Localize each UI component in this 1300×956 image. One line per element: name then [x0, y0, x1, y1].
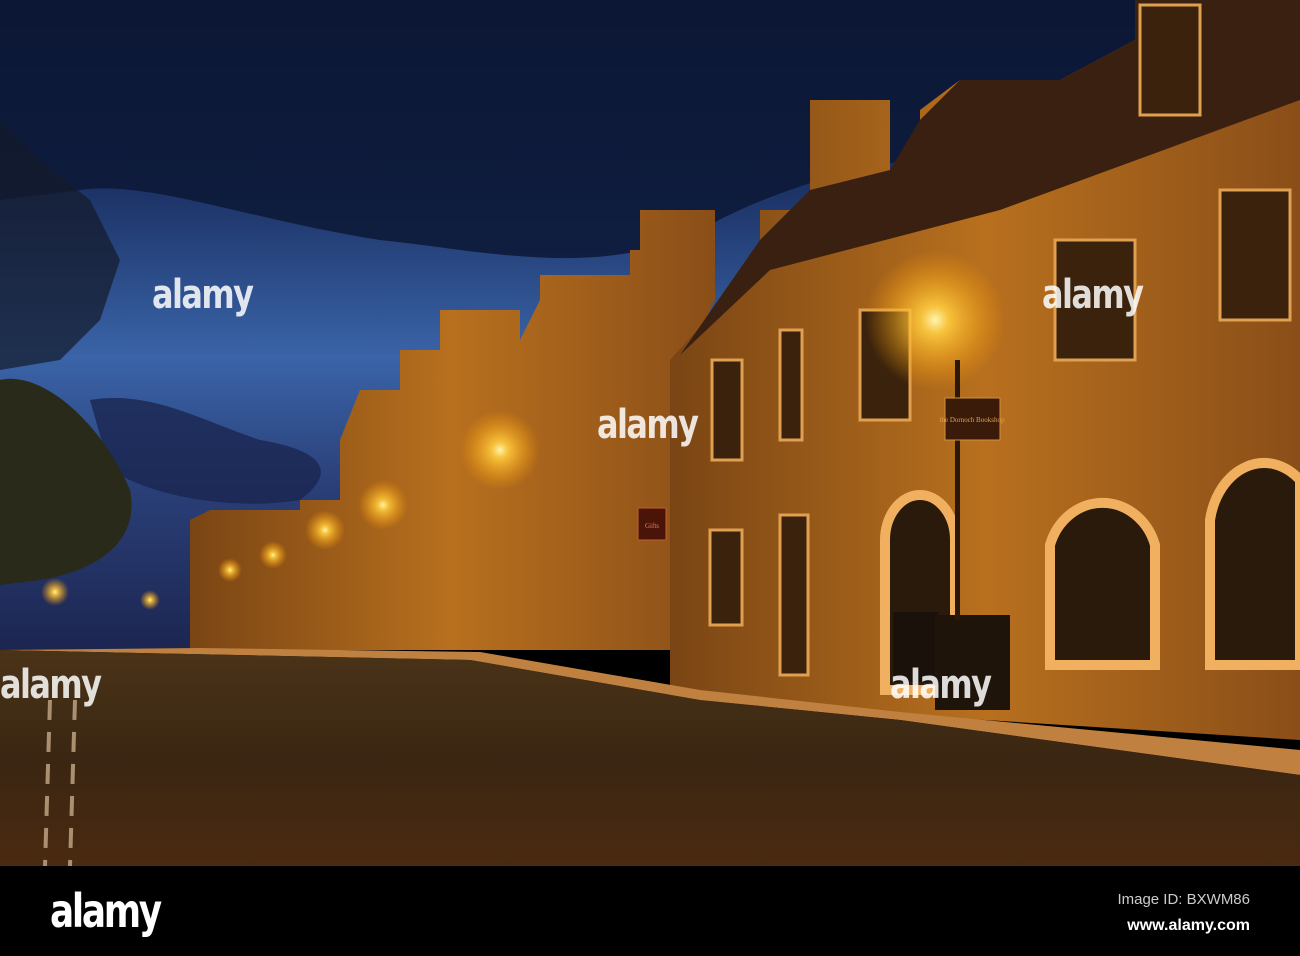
- watermark: alamy: [152, 272, 254, 318]
- footer-bar: alamy Image ID: BXWM86 www.alamy.com: [0, 866, 1300, 956]
- gift-sign-text: Gifts: [645, 522, 659, 530]
- site-url: www.alamy.com: [1127, 917, 1250, 934]
- image-id: Image ID: BXWM86: [1117, 891, 1250, 908]
- watermark: alamy: [597, 402, 699, 448]
- watermark: alamy: [0, 662, 102, 708]
- alamy-logo: alamy: [50, 884, 162, 938]
- watermark: alamy: [1042, 272, 1144, 318]
- bookshop-sign-text: the Dornoch Bookshop: [940, 416, 1005, 424]
- watermark: alamy: [890, 662, 992, 708]
